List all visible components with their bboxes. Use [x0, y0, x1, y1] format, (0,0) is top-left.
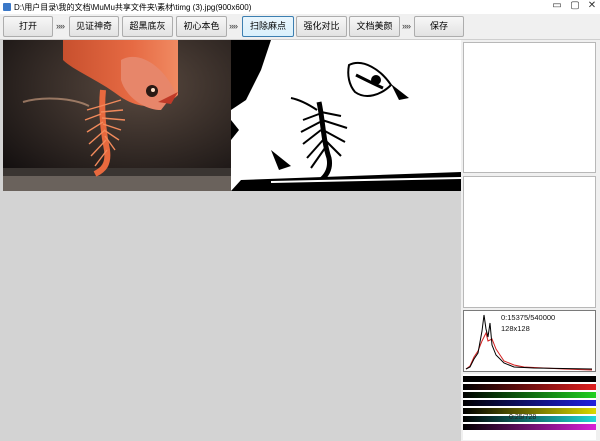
title-bar: D:\用户目录\我的文档\MuMu共享文件夹\素材\timg (3).jpg(9…	[0, 0, 600, 15]
original-photo	[3, 40, 231, 191]
enhance-contrast-button[interactable]: 强化对比	[296, 16, 347, 37]
channel-bar-red	[463, 384, 596, 390]
close-icon[interactable]: ✕	[583, 0, 600, 13]
preview-box-top	[463, 42, 596, 173]
window-title: D:\用户目录\我的文档\MuMu共享文件夹\素材\timg (3).jpg(9…	[14, 3, 252, 12]
channel-bar-magenta	[463, 424, 596, 430]
save-button[interactable]: 保存	[414, 16, 464, 37]
preview-box-middle	[463, 176, 596, 308]
histogram-red-line	[465, 331, 593, 371]
original-color-button[interactable]: 初心本色	[176, 16, 227, 37]
channel-bar-green	[463, 392, 596, 398]
sweep-spots-button[interactable]: 扫除麻点	[242, 16, 294, 37]
histogram-panel: 0:15375/540000 128x128	[463, 310, 596, 372]
minimize-icon[interactable]: ▭	[548, 0, 566, 13]
document-beautify-button[interactable]: 文档美颜	[349, 16, 400, 37]
witness-magic-button[interactable]: 见证神奇	[69, 16, 119, 37]
separator-arrows: »»	[56, 21, 65, 31]
channel-bars: 0:25/728	[463, 374, 596, 440]
separator-arrows: »»	[402, 21, 411, 31]
channel-bar-black	[463, 376, 596, 382]
app-icon	[3, 3, 11, 11]
maximize-icon[interactable]: ▢	[566, 0, 584, 13]
bw-fish-image	[231, 40, 461, 191]
histogram-stats: 0:15375/540000	[501, 313, 556, 322]
super-black-gray-button[interactable]: 超黑底灰	[122, 16, 173, 37]
processed-image	[231, 40, 461, 191]
open-button[interactable]: 打开	[3, 16, 53, 37]
channel-bar-blue	[463, 400, 596, 406]
histogram-size: 128x128	[501, 324, 530, 333]
channel-bar-label: 0:25/728	[509, 414, 537, 421]
separator-arrows: »»	[229, 21, 238, 31]
fish-photo-image	[3, 40, 231, 191]
toolbar: 打开 »» 见证神奇 超黑底灰 初心本色 »» 扫除麻点 强化对比 文档美颜 »…	[0, 14, 600, 40]
